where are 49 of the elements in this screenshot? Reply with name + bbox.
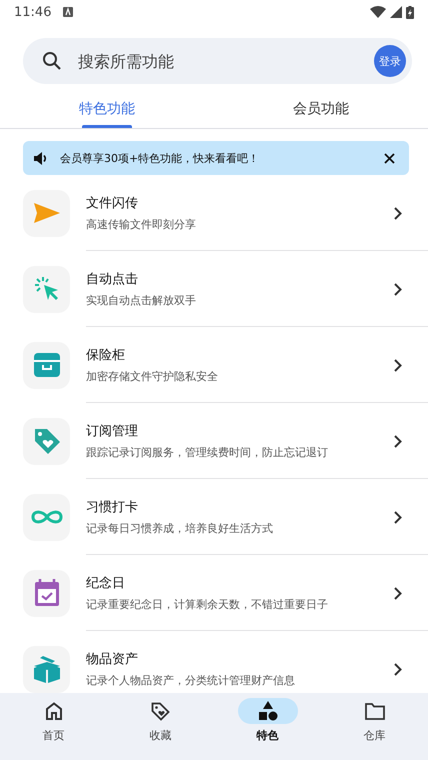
feature-title: 订阅管理 <box>86 423 139 440</box>
chevron-right-icon <box>394 434 402 448</box>
feature-description: 高速传输文件即刻分享 <box>86 217 197 232</box>
nav-item[interactable]: 首页 <box>0 693 107 760</box>
feature-title: 物品资产 <box>86 651 139 668</box>
feature-item[interactable]: 订阅管理 跟踪记录订阅服务，管理续费时间，防止忘记退订 <box>0 403 428 479</box>
feature-description: 记录每日习惯养成，培养良好生活方式 <box>86 521 274 536</box>
tag-icon <box>151 702 170 720</box>
banner-text: 会员尊享30项+特色功能，快来看看吧！ <box>60 150 260 166</box>
nav-item[interactable]: 收藏 <box>107 693 214 760</box>
search-icon <box>42 51 62 71</box>
shapes-icon <box>258 701 278 721</box>
chevron-right-icon <box>394 206 402 220</box>
feature-description: 跟踪记录订阅服务，管理续费时间，防止忘记退订 <box>86 445 329 460</box>
folder-icon <box>364 702 384 720</box>
chevron-right-icon <box>394 586 402 600</box>
search-field[interactable]: 搜索所需功能 登录 <box>23 38 412 84</box>
feature-item[interactable]: 纪念日 记录重要纪念日，计算剩余天数，不错过重要日子 <box>0 555 428 631</box>
feature-title: 习惯打卡 <box>86 499 139 516</box>
feature-description: 记录重要纪念日，计算剩余天数，不错过重要日子 <box>86 597 329 612</box>
nav-item[interactable]: 特色 <box>214 693 321 760</box>
feature-title: 保险柜 <box>86 347 126 364</box>
tab[interactable]: 会员功能 <box>214 90 428 128</box>
login-button[interactable]: 登录 <box>374 45 406 77</box>
feature-item[interactable]: 自动点击 实现自动点击解放双手 <box>0 251 428 327</box>
feature-title: 纪念日 <box>86 575 126 592</box>
feature-item[interactable]: 保险柜 加密存储文件守护隐私安全 <box>0 327 428 403</box>
wifi-icon <box>370 6 386 18</box>
feature-item[interactable]: 物品资产 记录个人物品资产，分类统计管理财产信息 <box>0 631 428 693</box>
battery-icon <box>406 6 414 18</box>
feature-description: 记录个人物品资产，分类统计管理财产信息 <box>86 673 296 688</box>
nav-item[interactable]: 仓库 <box>321 693 428 760</box>
feature-title: 自动点击 <box>86 271 139 288</box>
feature-description: 加密存储文件守护隐私安全 <box>86 369 219 384</box>
tab[interactable]: 特色功能 <box>0 90 214 128</box>
notification-icon <box>63 7 74 17</box>
home-icon <box>44 702 62 720</box>
status-time: 11:46 <box>14 4 52 20</box>
speaker-icon <box>34 152 48 164</box>
feature-item[interactable]: 文件闪传 高速传输文件即刻分享 <box>0 175 428 251</box>
chevron-right-icon <box>394 282 402 296</box>
feature-item[interactable]: 习惯打卡 记录每日习惯养成，培养良好生活方式 <box>0 479 428 555</box>
signal-icon <box>390 6 402 18</box>
feature-title: 文件闪传 <box>86 195 139 212</box>
chevron-right-icon <box>394 662 402 676</box>
feature-description: 实现自动点击解放双手 <box>86 293 197 308</box>
chevron-right-icon <box>394 510 402 524</box>
close-icon[interactable] <box>384 152 395 164</box>
chevron-right-icon <box>394 358 402 372</box>
